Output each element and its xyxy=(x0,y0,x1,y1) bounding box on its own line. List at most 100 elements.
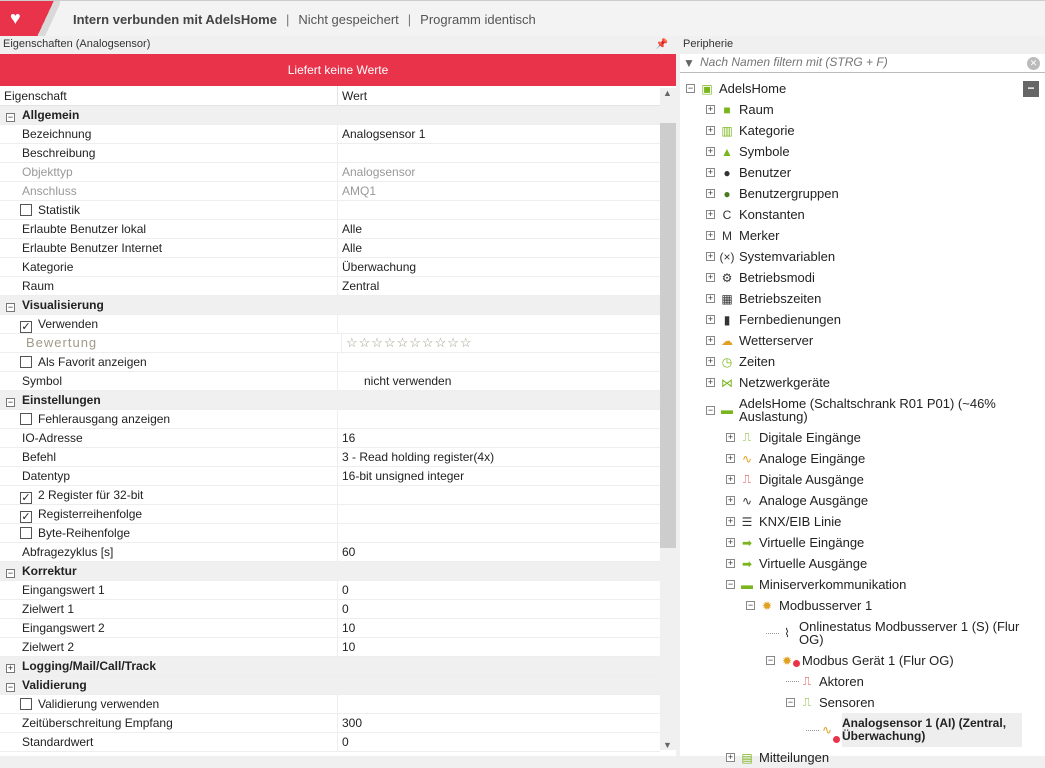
checkbox[interactable] xyxy=(20,356,32,368)
property-row[interactable]: Erlaubte Benutzer lokal Alle xyxy=(0,220,660,239)
app-logo[interactable]: ♥ xyxy=(0,1,60,37)
property-row[interactable]: Zielwert 2 10 xyxy=(0,638,660,657)
property-row[interactable]: Statistik xyxy=(0,201,660,220)
tree-item[interactable]: − ✹ Modbus Gerät 1 (Flur OG) xyxy=(680,650,1022,671)
expand-toggle-icon[interactable]: − xyxy=(686,84,695,93)
property-value[interactable] xyxy=(338,524,342,542)
scrollbar-thumb[interactable] xyxy=(660,123,676,548)
tree-item[interactable]: + ∿ Analoge Eingänge xyxy=(680,448,1022,469)
property-value[interactable]: 60 xyxy=(338,543,355,561)
property-row[interactable]: Raum Zentral xyxy=(0,277,660,296)
property-value[interactable]: AMQ1 xyxy=(338,182,376,200)
property-value[interactable]: Zentral xyxy=(338,277,379,295)
expand-toggle-icon[interactable]: − xyxy=(706,405,715,415)
expand-toggle-icon[interactable]: + xyxy=(706,210,715,219)
tree-item[interactable]: + ▥ Kategorie xyxy=(680,120,1022,141)
property-row[interactable]: Objekttyp Analogsensor xyxy=(0,163,660,182)
expand-toggle-icon[interactable]: + xyxy=(726,538,735,547)
property-row[interactable]: Symbol nicht verwenden xyxy=(0,372,660,391)
property-row[interactable]: Validierung verwenden xyxy=(0,695,660,714)
expand-toggle-icon[interactable]: − xyxy=(746,601,755,610)
tree-item[interactable]: + ☰ KNX/EIB Linie xyxy=(680,511,1022,532)
expand-toggle-icon[interactable]: + xyxy=(726,475,735,484)
property-value[interactable] xyxy=(338,695,342,713)
property-value[interactable]: nicht verwenden xyxy=(338,372,451,390)
collapse-all-button[interactable]: − xyxy=(1023,81,1039,97)
property-row[interactable]: Abfragezyklus [s] 60 xyxy=(0,543,660,562)
tree-item[interactable]: + ➡ Virtuelle Eingänge xyxy=(680,532,1022,553)
property-row[interactable]: Als Favorit anzeigen xyxy=(0,353,660,372)
expand-toggle-icon[interactable]: + xyxy=(726,433,735,442)
checkbox[interactable] xyxy=(20,698,32,710)
property-row[interactable]: Bewertung ☆☆☆☆☆☆☆☆☆☆ xyxy=(0,334,660,353)
tree-item[interactable]: − ▣ AdelsHome xyxy=(680,78,1022,99)
property-row[interactable]: Byte-Reihenfolge xyxy=(0,524,660,543)
checkbox[interactable] xyxy=(20,527,32,539)
expand-toggle-icon[interactable]: + xyxy=(726,559,735,568)
property-row[interactable]: Zeitüberschreitung Empfang 300 xyxy=(0,714,660,733)
property-row[interactable]: Datentyp 16-bit unsigned integer xyxy=(0,467,660,486)
property-value[interactable]: 0 xyxy=(338,581,349,599)
tree-item[interactable]: + ◷ Zeiten xyxy=(680,351,1022,372)
tree-item[interactable]: + ⋈ Netzwerkgeräte xyxy=(680,372,1022,393)
property-row[interactable]: Beschreibung xyxy=(0,144,660,163)
property-value[interactable] xyxy=(338,201,342,219)
expand-toggle-icon[interactable]: − xyxy=(786,698,795,707)
scroll-up-icon[interactable]: ▲ xyxy=(663,88,672,98)
category-row[interactable]: − Korrektur xyxy=(0,562,660,581)
property-value[interactable] xyxy=(338,486,342,504)
category-row[interactable]: − Validierung xyxy=(0,676,660,695)
property-value[interactable]: Alle xyxy=(338,220,362,238)
category-row[interactable]: − Allgemein xyxy=(0,106,660,125)
tree-item[interactable]: + ● Benutzer xyxy=(680,162,1022,183)
tree-item[interactable]: + ▤ Mitteilungen xyxy=(680,747,1022,768)
tree-item[interactable]: + ▲ Symbole xyxy=(680,141,1022,162)
property-value[interactable]: 16-bit unsigned integer xyxy=(338,467,464,485)
expand-toggle-icon[interactable]: + xyxy=(726,496,735,505)
checkbox[interactable]: ✓ xyxy=(20,321,32,333)
property-row[interactable]: Eingangswert 2 10 xyxy=(0,619,660,638)
property-row[interactable]: ✓ Verwenden xyxy=(0,315,660,334)
category-row[interactable]: + Logging/Mail/Call/Track xyxy=(0,657,660,676)
tree-item[interactable]: + ⚙ Betriebsmodi xyxy=(680,267,1022,288)
category-row[interactable]: − Visualisierung xyxy=(0,296,660,315)
property-value[interactable] xyxy=(338,505,342,523)
property-value[interactable]: 16 xyxy=(338,429,355,447)
property-row[interactable]: ✓ 2 Register für 32-bit xyxy=(0,486,660,505)
tree-item[interactable]: + ⎍ Digitale Ausgänge xyxy=(680,469,1022,490)
filter-input[interactable] xyxy=(700,55,1020,69)
tree-item[interactable]: + ▮ Fernbedienungen xyxy=(680,309,1022,330)
pin-icon[interactable]: 📌 xyxy=(656,36,668,53)
tree-item[interactable]: + ☁ Wetterserver xyxy=(680,330,1022,351)
expand-toggle-icon[interactable]: + xyxy=(706,294,715,303)
property-value[interactable]: Alle xyxy=(338,239,362,257)
property-value[interactable]: 10 xyxy=(338,638,355,656)
property-row[interactable]: Kategorie Überwachung xyxy=(0,258,660,277)
expand-toggle-icon[interactable]: + xyxy=(706,105,715,114)
property-row[interactable]: Standardwert 0 xyxy=(0,733,660,752)
expand-toggle-icon[interactable]: + xyxy=(6,664,15,673)
tree-item[interactable]: − ▬ AdelsHome (Schaltschrank R01 P01) (~46… xyxy=(680,393,1022,427)
property-value[interactable]: 0 xyxy=(338,733,349,751)
tree-item[interactable]: − ✹ Modbusserver 1 xyxy=(680,595,1022,616)
property-value[interactable]: 0 xyxy=(338,600,349,618)
expand-toggle-icon[interactable]: − xyxy=(6,113,15,122)
property-value[interactable]: Analogsensor xyxy=(338,163,415,181)
scroll-down-icon[interactable]: ▼ xyxy=(663,740,672,750)
tree-item[interactable]: + ➡ Virtuelle Ausgänge xyxy=(680,553,1022,574)
property-row[interactable]: Anschluss AMQ1 xyxy=(0,182,660,201)
property-row[interactable]: ✓ Registerreihenfolge xyxy=(0,505,660,524)
tree-item[interactable]: + ∿ Analoge Ausgänge xyxy=(680,490,1022,511)
property-value[interactable] xyxy=(338,353,342,371)
vertical-scrollbar[interactable]: ▲ ▼ xyxy=(660,88,676,750)
property-row[interactable]: Bezeichnung Analogsensor 1 xyxy=(0,125,660,144)
expand-toggle-icon[interactable]: + xyxy=(726,454,735,463)
expand-toggle-icon[interactable]: − xyxy=(6,398,15,407)
property-row[interactable]: Erlaubte Benutzer Internet Alle xyxy=(0,239,660,258)
property-value[interactable] xyxy=(338,315,342,333)
tree-item[interactable]: − ⎍ Sensoren xyxy=(680,692,1022,713)
tree-item[interactable]: + ⎍ Digitale Eingänge xyxy=(680,427,1022,448)
category-row[interactable]: − Einstellungen xyxy=(0,391,660,410)
tree-item[interactable]: + ● Benutzergruppen xyxy=(680,183,1022,204)
expand-toggle-icon[interactable]: − xyxy=(6,683,15,692)
